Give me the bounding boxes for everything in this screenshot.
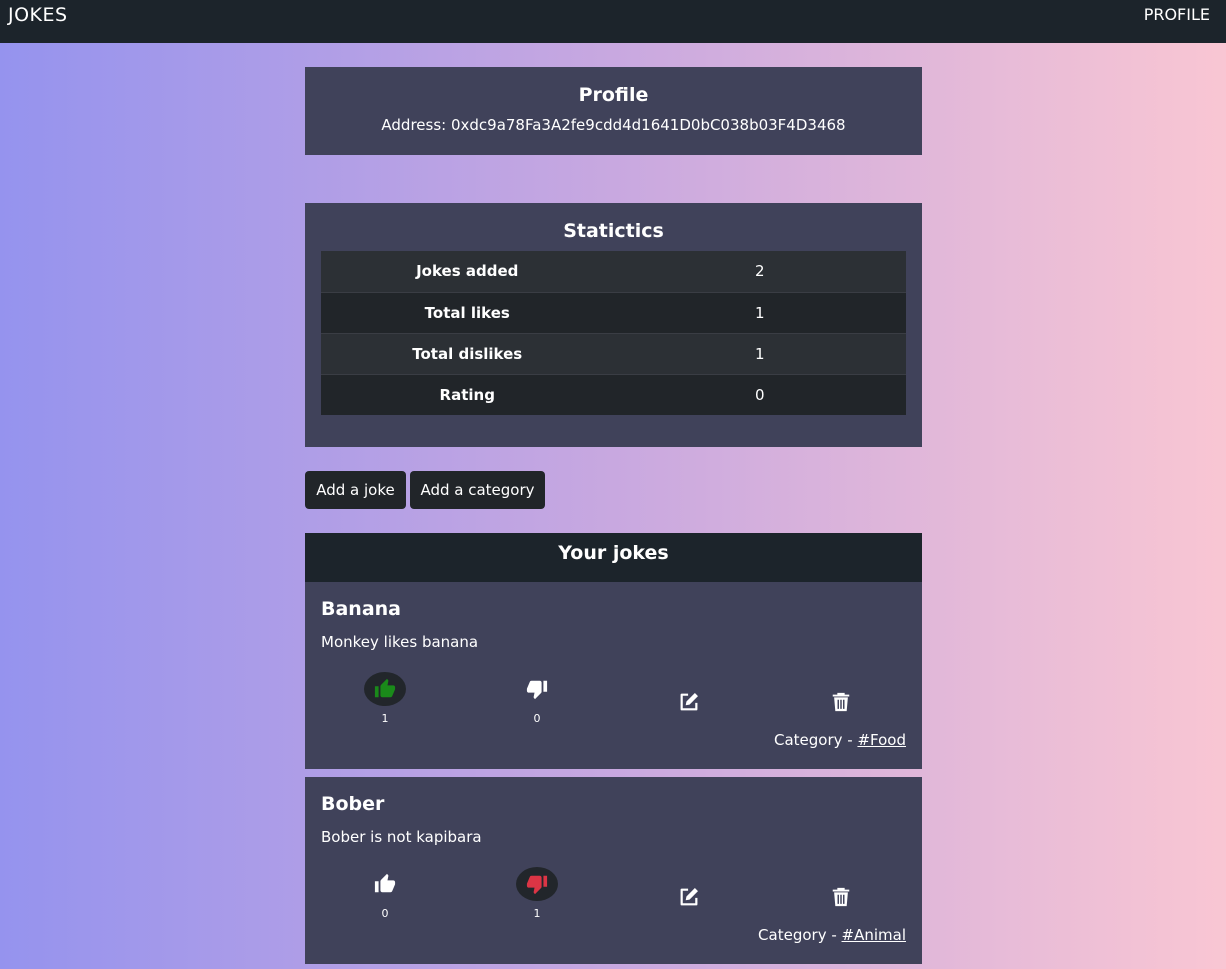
edit-button[interactable]: [668, 685, 710, 719]
navbar: JOKES PROFILE: [0, 0, 1226, 43]
joke-category: Category - #Animal: [758, 926, 906, 944]
edit-button[interactable]: [668, 880, 710, 914]
category-link[interactable]: #Animal: [842, 926, 906, 944]
add-category-button[interactable]: Add a category: [410, 471, 545, 509]
brand-logo[interactable]: JOKES: [8, 4, 68, 26]
like-count: 1: [381, 712, 389, 725]
stat-label: Jokes added: [321, 251, 614, 292]
profile-title: Profile: [578, 84, 649, 106]
stat-label: Total likes: [321, 291, 614, 333]
table-row: Jokes added 2: [321, 251, 906, 292]
joke-card: Banana Monkey likes banana 1 0 Category …: [305, 582, 922, 769]
like-count: 0: [381, 907, 389, 920]
stat-value: 1: [613, 291, 906, 333]
edit-icon: [680, 888, 698, 906]
stat-value: 0: [613, 373, 906, 415]
trash-icon: [832, 692, 850, 712]
wallet-address: Address: 0xdc9a78Fa3A2fe9cdd4d1641D0bC03…: [381, 116, 846, 134]
joke-title: Bober: [321, 793, 385, 815]
stat-label: Total dislikes: [321, 332, 614, 374]
joke-category: Category - #Food: [774, 731, 906, 749]
thumbs-up-icon: [374, 678, 396, 698]
stat-label: Rating: [321, 373, 614, 415]
thumbs-down-icon: [526, 875, 548, 895]
dislike-button[interactable]: [516, 867, 558, 901]
joke-text: Monkey likes banana: [321, 633, 479, 651]
thumbs-down-icon: [526, 680, 548, 700]
dislike-button[interactable]: [516, 672, 558, 706]
category-prefix: Category -: [773, 731, 858, 749]
stat-value: 2: [613, 251, 906, 292]
delete-button[interactable]: [820, 685, 862, 719]
dislike-count: 0: [533, 712, 541, 725]
like-button[interactable]: [364, 867, 406, 901]
statistics-card: Statictics Jokes added 2 Total likes 1 T…: [305, 203, 922, 447]
joke-title: Banana: [321, 598, 401, 620]
table-row: Total dislikes 1: [321, 332, 906, 374]
thumbs-up-icon: [374, 873, 396, 893]
category-link[interactable]: #Food: [857, 731, 906, 749]
joke-card: Bober Bober is not kapibara 0 1 Category…: [305, 777, 922, 964]
delete-button[interactable]: [820, 880, 862, 914]
stat-value: 1: [613, 332, 906, 374]
edit-icon: [680, 693, 698, 711]
nav-profile-link[interactable]: PROFILE: [1144, 5, 1210, 24]
dislike-count: 1: [533, 907, 541, 920]
table-row: Rating 0: [321, 373, 906, 415]
joke-text: Bober is not kapibara: [321, 828, 482, 846]
statistics-title: Statictics: [563, 220, 664, 242]
trash-icon: [832, 887, 850, 907]
like-button[interactable]: [364, 672, 406, 706]
category-prefix: Category -: [758, 926, 842, 944]
table-row: Total likes 1: [321, 291, 906, 333]
your-jokes-header: Your jokes: [305, 533, 922, 582]
add-joke-button[interactable]: Add a joke: [305, 471, 406, 509]
profile-card: Profile Address: 0xdc9a78Fa3A2fe9cdd4d16…: [305, 67, 922, 155]
statistics-table: Jokes added 2 Total likes 1 Total dislik…: [321, 251, 906, 415]
